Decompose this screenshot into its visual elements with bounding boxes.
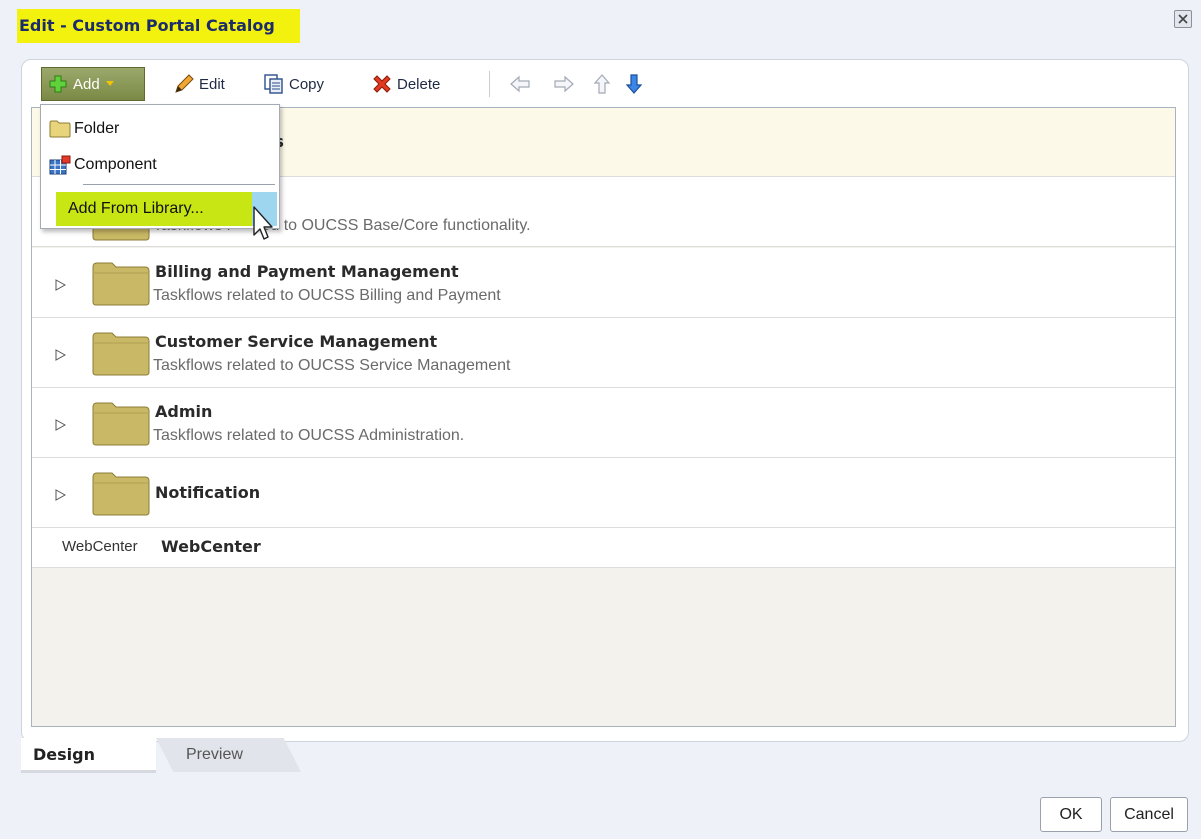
folder-icon	[49, 120, 71, 138]
menu-item-label: Folder	[74, 120, 120, 137]
folder-icon	[92, 332, 150, 376]
move-up-button[interactable]	[589, 71, 615, 97]
move-down-button[interactable]	[621, 71, 647, 97]
folder-title: Customer Service Management	[155, 332, 438, 351]
expand-arrow-icon[interactable]	[54, 419, 66, 431]
copy-icon	[264, 74, 283, 94]
list-item[interactable]: Notification	[32, 458, 1175, 528]
list-item[interactable]: Customer Service Management Taskflows re…	[32, 318, 1175, 388]
folder-description-end: ted to OUCSS Base/Core functionality.	[257, 217, 531, 234]
arrow-right-icon	[554, 75, 574, 93]
copy-button[interactable]: Copy	[263, 67, 324, 101]
move-left-button[interactable]	[507, 71, 533, 97]
add-dropdown-menu: Folder Component Add From Library...	[40, 104, 280, 229]
menu-item-label: Component	[74, 156, 157, 173]
tab-bar: Design Preview	[21, 738, 321, 774]
close-button[interactable]	[1174, 10, 1192, 28]
tab-preview[interactable]: Preview	[156, 738, 301, 772]
menu-item-component[interactable]: Component	[49, 152, 157, 178]
folder-description: Taskflows related to OUCSS Service Manag…	[153, 357, 511, 374]
folder-icon	[92, 472, 150, 516]
arrow-down-icon	[625, 74, 643, 94]
dialog-title: Edit - Custom Portal Catalog	[17, 9, 300, 43]
close-icon	[1178, 14, 1188, 24]
arrow-up-icon	[593, 74, 611, 94]
delete-label: Delete	[397, 75, 441, 93]
folder-description: Taskflows related to OUCSS Administratio…	[153, 427, 465, 444]
chevron-down-icon	[105, 81, 114, 86]
webcenter-name: WebCenter	[161, 537, 261, 556]
folder-title: Billing and Payment Management	[155, 262, 459, 281]
folder-title: Notification	[155, 483, 261, 502]
edit-label: Edit	[199, 75, 225, 93]
expand-arrow-icon[interactable]	[54, 489, 66, 501]
folder-title: Admin	[155, 402, 213, 421]
menu-item-label: Add From Library...	[68, 200, 204, 217]
menu-item-folder[interactable]: Folder	[49, 116, 119, 142]
plus-icon	[49, 75, 67, 93]
webcenter-prefix: WebCenter	[62, 538, 138, 555]
list-item[interactable]: Billing and Payment Management Taskflows…	[32, 248, 1175, 318]
pencil-icon	[175, 74, 194, 93]
delete-icon	[373, 75, 391, 93]
tab-design[interactable]: Design	[21, 738, 156, 773]
move-right-button[interactable]	[551, 71, 577, 97]
list-item[interactable]: Admin Taskflows related to OUCSS Adminis…	[32, 388, 1175, 458]
ok-button[interactable]: OK	[1040, 797, 1102, 832]
add-button[interactable]: Add	[41, 67, 145, 101]
menu-item-add-from-library[interactable]: Add From Library...	[56, 192, 252, 226]
component-icon	[49, 155, 71, 175]
arrow-left-icon	[510, 75, 530, 93]
folder-icon	[92, 402, 150, 446]
toolbar-divider	[489, 71, 490, 97]
cancel-button[interactable]: Cancel	[1110, 797, 1188, 832]
menu-divider	[83, 184, 275, 185]
add-label: Add	[73, 75, 100, 93]
delete-button[interactable]: Delete	[371, 67, 440, 101]
copy-label: Copy	[289, 75, 325, 93]
expand-arrow-icon[interactable]	[54, 279, 66, 291]
toolbar: Add Edit Copy Delete	[31, 63, 1181, 109]
folder-description: Taskflows related to OUCSS Billing and P…	[153, 287, 501, 304]
edit-button[interactable]: Edit	[173, 67, 225, 101]
expand-arrow-icon[interactable]	[54, 349, 66, 361]
hand-cursor-icon	[253, 206, 273, 240]
folder-icon	[92, 262, 150, 306]
list-item[interactable]: WebCenter WebCenter	[32, 528, 1175, 568]
